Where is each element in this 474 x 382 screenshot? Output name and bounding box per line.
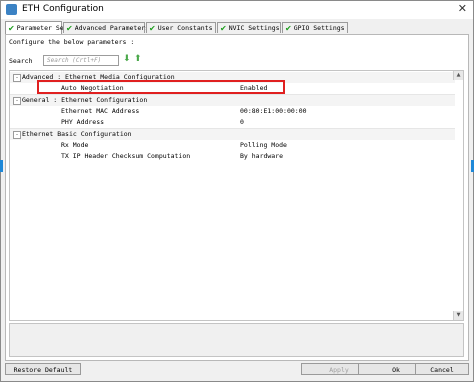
search-next-icon[interactable]: ⬇ — [123, 55, 132, 64]
param-value[interactable]: 0 — [240, 117, 244, 128]
group-row-basic[interactable]: - Ethernet Basic Configuration — [10, 129, 455, 140]
group-name: Ethernet Basic Configuration — [22, 130, 132, 138]
collapse-icon[interactable]: - — [13, 131, 21, 139]
collapse-icon[interactable]: - — [13, 97, 21, 105]
highlight-box — [37, 80, 285, 94]
param-key: Rx Mode — [61, 141, 89, 149]
param-row-mac-address[interactable]: Ethernet MAC Address 00:80:E1:00:00:00 — [10, 106, 455, 117]
restore-default-button[interactable]: Restore Default — [5, 363, 81, 375]
check-icon: ✔ — [8, 23, 15, 33]
check-icon: ✔ — [66, 23, 73, 33]
side-accent — [0, 160, 3, 172]
search-prev-icon[interactable]: ⬆ — [134, 55, 143, 64]
app-icon — [6, 4, 17, 15]
scroll-up-icon[interactable]: ▲ — [453, 71, 463, 80]
window-title: ETH Configuration — [22, 4, 104, 14]
param-value[interactable]: Polling Mode — [240, 140, 287, 151]
scroll-down-icon[interactable]: ▼ — [453, 311, 463, 320]
param-key: Ethernet MAC Address — [61, 107, 140, 115]
configure-label: Configure the below parameters : — [9, 38, 135, 46]
tab-gpio-settings[interactable]: ✔ GPIO Settings — [282, 22, 348, 33]
tab-nvic-settings[interactable]: ✔ NVIC Settings — [217, 22, 281, 33]
check-icon: ✔ — [285, 23, 292, 33]
collapse-icon[interactable]: - — [13, 74, 21, 82]
close-icon[interactable]: ✕ — [458, 2, 467, 15]
param-value[interactable]: By hardware — [240, 151, 283, 162]
param-value[interactable]: 00:80:E1:00:00:00 — [240, 106, 307, 117]
eth-config-window: ETH Configuration ✕ ✔ Parameter Settings … — [0, 0, 474, 382]
cancel-button[interactable]: Cancel — [415, 363, 469, 375]
search-label: Search — [9, 57, 33, 65]
check-icon: ✔ — [149, 23, 156, 33]
param-row-phy-address[interactable]: PHY Address 0 — [10, 117, 455, 128]
check-icon: ✔ — [220, 23, 227, 33]
group-name: General : Ethernet Configuration — [22, 96, 148, 104]
tab-user-constants[interactable]: ✔ User Constants — [146, 22, 216, 33]
parameter-grid: - Advanced : Ethernet Media Configuratio… — [9, 70, 464, 321]
param-key: TX IP Header Checksum Computation — [61, 152, 191, 160]
param-row-rx-mode[interactable]: Rx Mode Polling Mode — [10, 140, 455, 151]
parameter-settings-pane: Configure the below parameters : Search … — [5, 34, 469, 361]
title-bar: ETH Configuration ✕ — [1, 1, 473, 19]
param-row-tx-checksum[interactable]: TX IP Header Checksum Computation By har… — [10, 151, 455, 162]
tab-advanced-parameters[interactable]: ✔ Advanced Parameters — [63, 22, 149, 33]
search-input[interactable]: Search (Crtl+F) — [43, 55, 119, 66]
group-row-general[interactable]: - General : Ethernet Configuration — [10, 95, 455, 106]
tab-parameter-settings[interactable]: ✔ Parameter Settings — [5, 21, 87, 34]
description-panel — [9, 323, 464, 357]
param-key: PHY Address — [61, 118, 105, 126]
